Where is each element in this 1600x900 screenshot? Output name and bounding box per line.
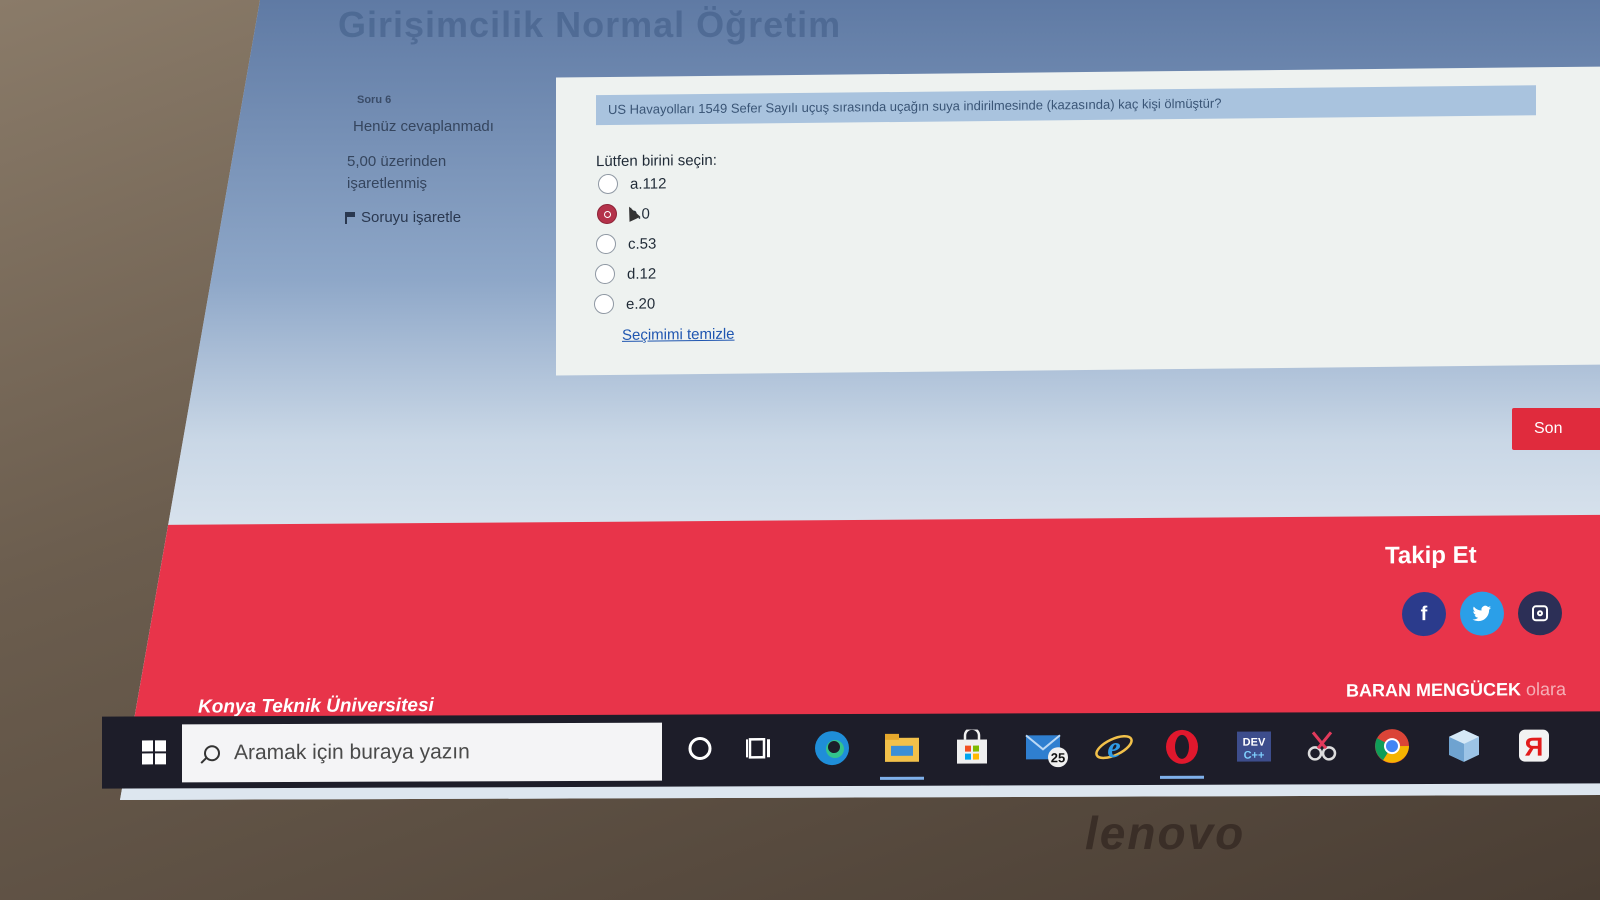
radio-button[interactable]	[594, 293, 614, 315]
twitter-icon[interactable]	[1460, 591, 1504, 636]
question-state: Henüz cevaplanmadı	[353, 118, 494, 135]
chrome-icon[interactable]	[1370, 724, 1414, 768]
store-icon[interactable]	[950, 726, 994, 770]
author-name: BARAN MENGÜCEK	[1346, 679, 1521, 701]
finish-attempt-button[interactable]: Son	[1512, 408, 1600, 450]
opera-icon[interactable]	[1160, 725, 1204, 779]
svg-text:DEV: DEV	[1243, 737, 1266, 749]
answer-option-c[interactable]: c.53	[596, 228, 666, 259]
answer-option-d[interactable]: d.12	[595, 258, 666, 289]
active-indicator	[880, 776, 924, 780]
laptop-screen: Girişimcilik Normal Öğretim Soru 6 Henüz…	[120, 0, 1600, 800]
mail-badge: 25	[1051, 750, 1065, 765]
radio-button[interactable]	[598, 173, 618, 195]
question-text: US Havayolları 1549 Sefer Sayılı uçuş sı…	[596, 85, 1536, 126]
option-label: a.112	[630, 174, 667, 193]
flag-question-label: Soruyu işaretle	[361, 209, 462, 226]
author-credit: BARAN MENGÜCEK olara	[1346, 679, 1566, 702]
flag-icon	[345, 211, 355, 224]
snip-icon[interactable]	[1300, 724, 1344, 768]
question-info: Soru 6 Henüz cevaplanmadı 5,00 üzerinden…	[345, 94, 494, 226]
search-icon	[204, 745, 220, 762]
radio-button[interactable]	[595, 263, 615, 285]
question-number: Soru 6	[357, 94, 392, 106]
mail-icon[interactable]: 25	[1024, 725, 1068, 769]
task-view-icon[interactable]	[738, 726, 782, 770]
answer-prompt: Lütfen birini seçin:	[596, 151, 717, 171]
flag-question-button[interactable]: Soruyu işaretle	[345, 209, 494, 226]
active-indicator	[1160, 775, 1204, 779]
mark-line-2: işaretlenmiş	[347, 175, 428, 192]
svg-text:C++: C++	[1244, 750, 1265, 762]
course-title: Girişimcilik Normal Öğretim	[338, 4, 842, 45]
question-card: US Havayolları 1549 Sefer Sayılı uçuş sı…	[556, 66, 1600, 376]
mark-line-1: 5,00 üzerinden	[347, 153, 447, 170]
internet-explorer-icon[interactable]: e	[1092, 725, 1136, 769]
box-icon[interactable]	[1442, 724, 1486, 768]
clear-selection-link[interactable]: Seçimimi temizle	[622, 326, 735, 344]
option-label: d.12	[627, 265, 657, 283]
svg-text:Я: Я	[1525, 732, 1544, 762]
instagram-icon[interactable]	[1518, 591, 1562, 636]
file-explorer-icon[interactable]	[880, 726, 924, 780]
radio-button[interactable]	[596, 233, 616, 255]
answer-option-a[interactable]: a.112	[598, 168, 666, 199]
svg-text:e: e	[1107, 731, 1120, 764]
question-mark: 5,00 üzerinden işaretlenmiş	[347, 151, 494, 195]
yandex-icon[interactable]: Я	[1512, 724, 1556, 768]
lenovo-logo: lenovo	[1085, 807, 1246, 859]
windows-start-icon[interactable]	[142, 740, 166, 765]
radio-button-selected[interactable]	[597, 203, 617, 225]
windows-taskbar: Aramak için buraya yazın 25 e DEV C++ Я	[102, 711, 1600, 789]
dev-cpp-icon[interactable]: DEV C++	[1232, 725, 1276, 769]
instagram-glyph	[1532, 605, 1548, 622]
facebook-icon[interactable]: f	[1402, 591, 1446, 637]
edge-icon[interactable]	[810, 726, 854, 770]
follow-title: Takip Et	[1385, 541, 1477, 570]
search-placeholder: Aramak için buraya yazın	[234, 740, 470, 765]
option-label: c.53	[628, 234, 657, 253]
answer-options: a.112 b.0 c.53 d.12 e.20	[594, 168, 666, 319]
site-footer: Takip Et f Konya Teknik Üniversitesi BAR…	[120, 514, 1600, 726]
option-label: e.20	[626, 295, 656, 313]
taskbar-search-box[interactable]: Aramak için buraya yazın	[182, 722, 662, 783]
author-suffix: olara	[1526, 679, 1567, 700]
answer-option-e[interactable]: e.20	[594, 288, 666, 319]
cortana-icon[interactable]	[678, 726, 722, 770]
